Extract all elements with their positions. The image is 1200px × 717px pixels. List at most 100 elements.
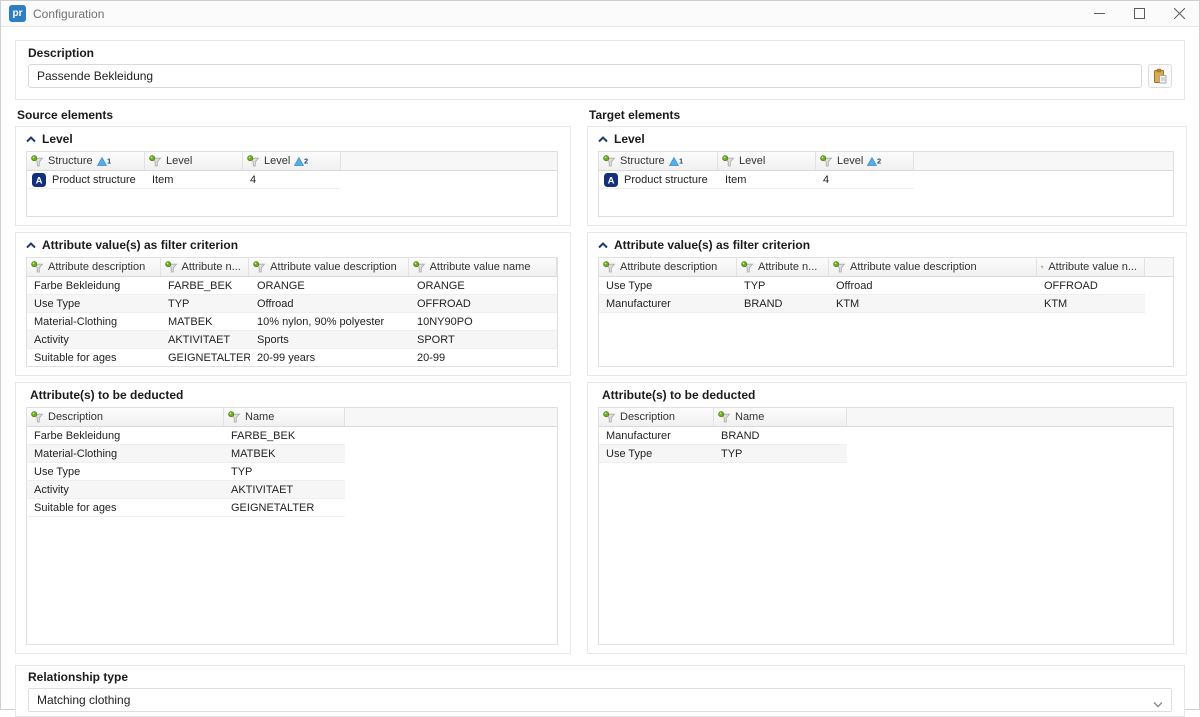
table-cell: FARBE_BEK — [161, 277, 250, 294]
column-header[interactable]: Level — [145, 152, 243, 170]
close-button[interactable] — [1159, 1, 1199, 26]
chevron-down-icon — [1153, 697, 1163, 711]
column-header-label: Description — [620, 411, 675, 423]
collapse-toggle[interactable] — [26, 136, 38, 143]
filter-funnel-icon[interactable] — [722, 155, 735, 168]
table-row[interactable]: Use TypeTYPOffroadOFFROAD — [27, 295, 558, 313]
table-row[interactable]: Suitable for agesGEIGNETALTER — [27, 499, 345, 517]
table-row[interactable]: Use TypeTYP — [27, 463, 345, 481]
pr-logo-icon: pr — [9, 5, 26, 22]
column-header[interactable]: Attribute n... — [737, 258, 829, 276]
column-header-label: Structure — [48, 155, 93, 167]
filter-funnel-icon[interactable] — [228, 411, 241, 424]
source-level-table: Structure1LevelLevel2AProduct structureI… — [26, 151, 558, 217]
table-row[interactable]: Material-ClothingMATBEK10% nylon, 90% po… — [27, 313, 558, 331]
table-cell: OFFROAD — [1037, 277, 1145, 294]
section-title: Attribute(s) to be deducted — [30, 388, 183, 402]
table-row[interactable]: Suitable for agesGEIGNETALTER20-99 years… — [27, 349, 558, 367]
table-cell: KTM — [829, 295, 1037, 312]
table-cell: Farbe Bekleidung — [27, 427, 224, 444]
cell-text: Use Type — [606, 280, 652, 292]
table-row[interactable]: Farbe BekleidungFARBE_BEKORANGEORANGE — [27, 277, 558, 295]
cell-text: SPORT — [417, 334, 455, 346]
filter-funnel-icon[interactable] — [413, 261, 426, 274]
table-cell: Suitable for ages — [27, 349, 161, 366]
table-header-row: Description Name — [27, 408, 557, 427]
filter-funnel-icon[interactable] — [31, 261, 44, 274]
column-header-label: Level — [837, 155, 863, 167]
table-cell: Suitable for ages — [27, 499, 224, 516]
table-row[interactable]: Use TypeTYPOffroadOFFROAD — [599, 277, 1145, 295]
column-header[interactable]: Description — [27, 408, 224, 426]
column-header[interactable]: Attribute value name — [409, 258, 557, 276]
filter-funnel-icon[interactable] — [603, 155, 616, 168]
column-header[interactable]: Attribute value n... — [1037, 258, 1145, 276]
column-header[interactable]: Level 2 — [816, 152, 914, 170]
column-header[interactable]: Attribute value description — [249, 258, 408, 276]
table-row[interactable]: Use TypeTYP — [599, 445, 847, 463]
table-row[interactable]: ManufacturerBRANDKTMKTM — [599, 295, 1145, 313]
collapse-toggle[interactable] — [598, 242, 610, 249]
collapse-toggle[interactable] — [598, 136, 610, 143]
content-area: Description Source elements — [1, 27, 1199, 717]
table-header-row: Attribute descriptionAttribute n...Attri… — [599, 258, 1173, 277]
column-header[interactable]: Name — [224, 408, 345, 426]
description-input[interactable] — [28, 64, 1142, 88]
column-header-label: Name — [245, 411, 274, 423]
table-row[interactable]: Material-ClothingMATBEK — [27, 445, 345, 463]
table-row[interactable]: AProduct structureItem4 — [599, 171, 914, 189]
filter-funnel-icon[interactable] — [165, 261, 178, 274]
table-cell: 10% nylon, 90% polyester — [250, 313, 410, 330]
table-row[interactable]: AProduct structureItem4 — [27, 171, 341, 189]
table-row[interactable]: Farbe BekleidungFARBE_BEK — [27, 427, 345, 445]
filter-funnel-icon[interactable] — [247, 155, 260, 168]
minimize-button[interactable] — [1079, 1, 1119, 26]
column-header[interactable]: Attribute description — [27, 258, 161, 276]
table-row[interactable]: ActivityAKTIVITAET — [27, 481, 345, 499]
filter-funnel-icon[interactable] — [741, 261, 754, 274]
maximize-button[interactable] — [1119, 1, 1159, 26]
paste-button[interactable] — [1148, 64, 1172, 88]
column-header[interactable]: Structure1 — [599, 152, 718, 170]
filter-funnel-icon[interactable] — [833, 261, 846, 274]
column-header[interactable]: Attribute value description — [829, 258, 1037, 276]
table-cell: MATBEK — [224, 445, 345, 462]
source-filter-table: Attribute descriptionAttribute n...Attri… — [26, 257, 558, 367]
configuration-window: pr Configuration Description — [0, 0, 1200, 710]
filter-funnel-icon[interactable] — [149, 155, 162, 168]
filter-funnel-icon[interactable] — [1041, 261, 1044, 274]
column-header[interactable]: Description — [599, 408, 714, 426]
cell-text: Sports — [257, 334, 289, 346]
table-cell: ORANGE — [250, 277, 410, 294]
cell-text: Suitable for ages — [34, 352, 117, 364]
column-header[interactable]: Attribute n... — [161, 258, 250, 276]
chevron-up-icon — [26, 136, 36, 143]
column-header[interactable]: Structure1 — [27, 152, 145, 170]
column-header[interactable]: Level2 — [243, 152, 341, 170]
filter-funnel-icon[interactable] — [718, 411, 731, 424]
source-elements-column: Source elements Level Structure1LevelLev… — [15, 108, 571, 660]
column-header-label: Attribute value name — [430, 261, 531, 273]
table-row[interactable]: ActivityAKTIVITAETSportsSPORT — [27, 331, 558, 349]
filter-funnel-icon[interactable] — [31, 155, 44, 168]
target-filter-section: Attribute value(s) as filter criterion A… — [587, 232, 1187, 376]
collapse-toggle[interactable] — [26, 242, 38, 249]
chevron-up-icon — [26, 242, 36, 249]
table-cell: 4 — [816, 171, 914, 188]
filter-funnel-icon[interactable] — [820, 155, 833, 168]
table-row[interactable]: ManufacturerBRAND — [599, 427, 847, 445]
cell-text: Manufacturer — [606, 430, 671, 442]
table-cell: Item — [145, 171, 243, 188]
table-cell: Manufacturer — [599, 427, 714, 444]
filter-funnel-icon[interactable] — [253, 261, 266, 274]
relationship-type-select[interactable]: Matching clothing — [28, 688, 1172, 712]
column-header[interactable]: Name — [714, 408, 847, 426]
filter-funnel-icon[interactable] — [31, 411, 44, 424]
table-cell: SPORT — [410, 331, 558, 348]
filter-funnel-icon[interactable] — [603, 261, 616, 274]
column-header[interactable]: Level — [718, 152, 816, 170]
svg-text:2: 2 — [877, 156, 881, 165]
filter-funnel-icon[interactable] — [603, 411, 616, 424]
table-cell: Farbe Bekleidung — [27, 277, 161, 294]
column-header[interactable]: Attribute description — [599, 258, 737, 276]
